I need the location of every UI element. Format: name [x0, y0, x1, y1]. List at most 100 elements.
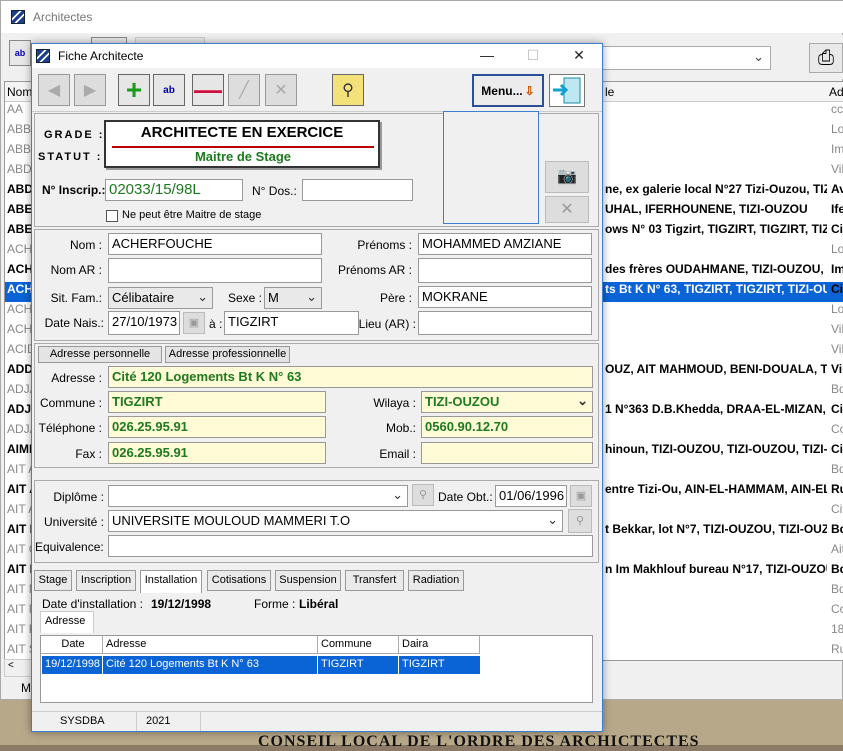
- dialog-title-bar: Fiche Architecte — ☐ ✕: [32, 44, 602, 68]
- prenoms-field[interactable]: MOHAMMED AMZIANE: [418, 233, 592, 255]
- tab-transfert[interactable]: Transfert: [345, 570, 404, 591]
- dialog-title: Fiche Architecte: [58, 49, 144, 63]
- fiche-architecte-dialog: Fiche Architecte — ☐ ✕ ◀ ▶ + ab — ╱ ✕ ⚲ …: [31, 43, 603, 732]
- grid-cell-ad: Lo: [831, 302, 843, 316]
- tab-installation[interactable]: Installation: [140, 570, 202, 593]
- wilaya-select[interactable]: TIZI-OUZOU: [421, 391, 593, 413]
- column-header-commune[interactable]: Commune: [318, 636, 399, 654]
- column-header-adresse[interactable]: Adresse: [103, 636, 318, 654]
- diplome-select[interactable]: [108, 485, 408, 507]
- fax-label: Fax :: [75, 447, 102, 461]
- equivalence-label: Equivalence:: [35, 540, 104, 554]
- inscrip-field[interactable]: 02033/15/98L: [105, 179, 243, 201]
- date-nais-label: Date Nais.:: [44, 316, 104, 330]
- email-label: Email :: [379, 447, 416, 461]
- nom-field[interactable]: ACHERFOUCHE: [108, 233, 322, 255]
- prenoms-label: Prénoms :: [357, 238, 412, 252]
- telephone-label: Téléphone :: [38, 421, 102, 435]
- wilaya-label: Wilaya :: [373, 396, 416, 410]
- pere-field[interactable]: MOKRANE: [418, 286, 592, 308]
- telephone-field[interactable]: 026.25.95.91: [108, 416, 326, 438]
- sit-fam-select[interactable]: Célibataire: [108, 287, 213, 309]
- grid-cell-ad: Bd: [831, 562, 843, 576]
- column-header-adresse[interactable]: le: [603, 82, 827, 102]
- close-icon[interactable]: ✕: [556, 44, 602, 68]
- previous-record-icon[interactable]: ◀: [38, 74, 70, 106]
- grid-cell-ad: Ru: [831, 642, 843, 656]
- installation-table[interactable]: Date Adresse Commune Daira 19/12/1998 Ci…: [40, 635, 593, 703]
- date-obt-field[interactable]: 01/06/1996: [495, 485, 567, 507]
- menu-button[interactable]: Menu... ⇩: [472, 74, 544, 107]
- lieu-field[interactable]: TIGZIRT: [224, 311, 359, 335]
- equivalence-field[interactable]: [108, 535, 593, 557]
- clear-photo-icon[interactable]: ✕: [545, 196, 589, 223]
- tab-adresse-personnelle[interactable]: Adresse personnelle: [38, 346, 162, 363]
- next-record-icon[interactable]: ▶: [74, 74, 106, 106]
- maximize-icon[interactable]: ☐: [510, 44, 556, 68]
- grid-cell-ad: Cit: [831, 222, 843, 236]
- tab-cotisations[interactable]: Cotisations: [207, 570, 271, 591]
- maitre-stage-checkbox[interactable]: [106, 210, 118, 222]
- edit-icon[interactable]: ab: [9, 40, 31, 66]
- main-filter-combo[interactable]: [601, 46, 771, 70]
- tab-adresse-professionnelle[interactable]: Adresse professionnelle: [165, 346, 290, 363]
- grid-cell-ad: Vil: [831, 322, 843, 336]
- grid-cell-ad: Bd: [831, 382, 843, 396]
- sexe-label: Sexe :: [228, 291, 263, 305]
- commune-field[interactable]: TIGZIRT: [108, 391, 326, 413]
- calendar-icon[interactable]: ▣: [570, 485, 592, 507]
- prenoms-ar-field[interactable]: [418, 258, 592, 283]
- grid-cell-adresse: hinoun, TIZI-OUZOU, TIZI-OUZOU, TIZI-OU: [605, 442, 827, 456]
- camera-icon[interactable]: 📷: [545, 161, 589, 193]
- fax-field[interactable]: 026.25.95.91: [108, 442, 326, 464]
- pere-label: Père :: [379, 291, 412, 305]
- arrow-down-icon: ⇩: [524, 83, 535, 98]
- edit-icon[interactable]: ab: [153, 74, 185, 106]
- grid-cell-ad: Cit: [831, 442, 843, 456]
- adresse-label: Adresse :: [51, 371, 102, 385]
- column-header-daira[interactable]: Daira: [399, 636, 480, 654]
- adresse-field[interactable]: Cité 120 Logements Bt K N° 63: [108, 366, 593, 388]
- mob-field[interactable]: 0560.90.12.70: [421, 416, 593, 438]
- app-icon: [36, 49, 50, 63]
- column-header-date[interactable]: Date: [41, 636, 103, 654]
- table-cell-daira[interactable]: TIGZIRT: [399, 656, 480, 674]
- search-diplome-icon[interactable]: ⚲: [412, 484, 434, 506]
- grade-box: ARCHITECTE EN EXERCICE Maitre de Stage: [104, 120, 380, 168]
- nom-ar-field[interactable]: [108, 258, 322, 283]
- add-icon[interactable]: +: [118, 74, 150, 106]
- table-cell-commune[interactable]: TIGZIRT: [318, 656, 399, 674]
- search-universite-icon[interactable]: ⚲: [568, 509, 592, 533]
- lieu-ar-field[interactable]: [418, 311, 592, 335]
- email-field[interactable]: [421, 442, 593, 464]
- calendar-icon[interactable]: ▣: [183, 312, 205, 334]
- prenoms-ar-label: Prénoms AR :: [337, 263, 412, 277]
- tab-radiation[interactable]: Radiation: [408, 570, 464, 591]
- universite-select[interactable]: UNIVERSITE MOULOUD MAMMERI T.O: [108, 510, 563, 532]
- tab-stage[interactable]: Stage: [34, 570, 72, 591]
- grid-cell-ad: Ife: [831, 202, 843, 216]
- subtab-adresse[interactable]: Adresse: [40, 611, 94, 633]
- grid-cell-ad: 18: [831, 622, 843, 636]
- printer-icon[interactable]: ⎙: [809, 43, 843, 73]
- minimize-icon[interactable]: —: [464, 44, 510, 68]
- delete-icon[interactable]: —: [192, 74, 224, 106]
- grid-cell-adresse: OUZ, AIT MAHMOUD, BENI-DOUALA, TIZI: [605, 362, 827, 376]
- dos-field[interactable]: [302, 179, 413, 201]
- forme-value: Libéral: [299, 597, 339, 611]
- table-cell-adresse[interactable]: Cité 120 Logements Bt K N° 63: [103, 656, 318, 674]
- cancel-icon[interactable]: ✕: [265, 74, 297, 106]
- table-cell-date[interactable]: 19/12/1998: [42, 656, 103, 674]
- exit-icon[interactable]: [549, 74, 585, 107]
- tab-suspension[interactable]: Suspension: [275, 570, 341, 591]
- main-title-bar: Architectes: [1, 1, 843, 33]
- grid-cell-adresse: UHAL, IFERHOUNENE, TIZI-OUZOU: [605, 202, 808, 216]
- validate-icon[interactable]: ╱: [228, 74, 260, 106]
- search-binoculars-icon[interactable]: ⚲: [332, 74, 364, 106]
- photo-frame: [443, 111, 539, 224]
- date-nais-field[interactable]: 27/10/1973: [108, 311, 180, 335]
- sexe-select[interactable]: M: [264, 287, 322, 309]
- grid-cell-ad: Vil: [831, 342, 843, 356]
- tab-inscription[interactable]: Inscription: [76, 570, 136, 591]
- column-header-ad[interactable]: Ad: [827, 82, 843, 102]
